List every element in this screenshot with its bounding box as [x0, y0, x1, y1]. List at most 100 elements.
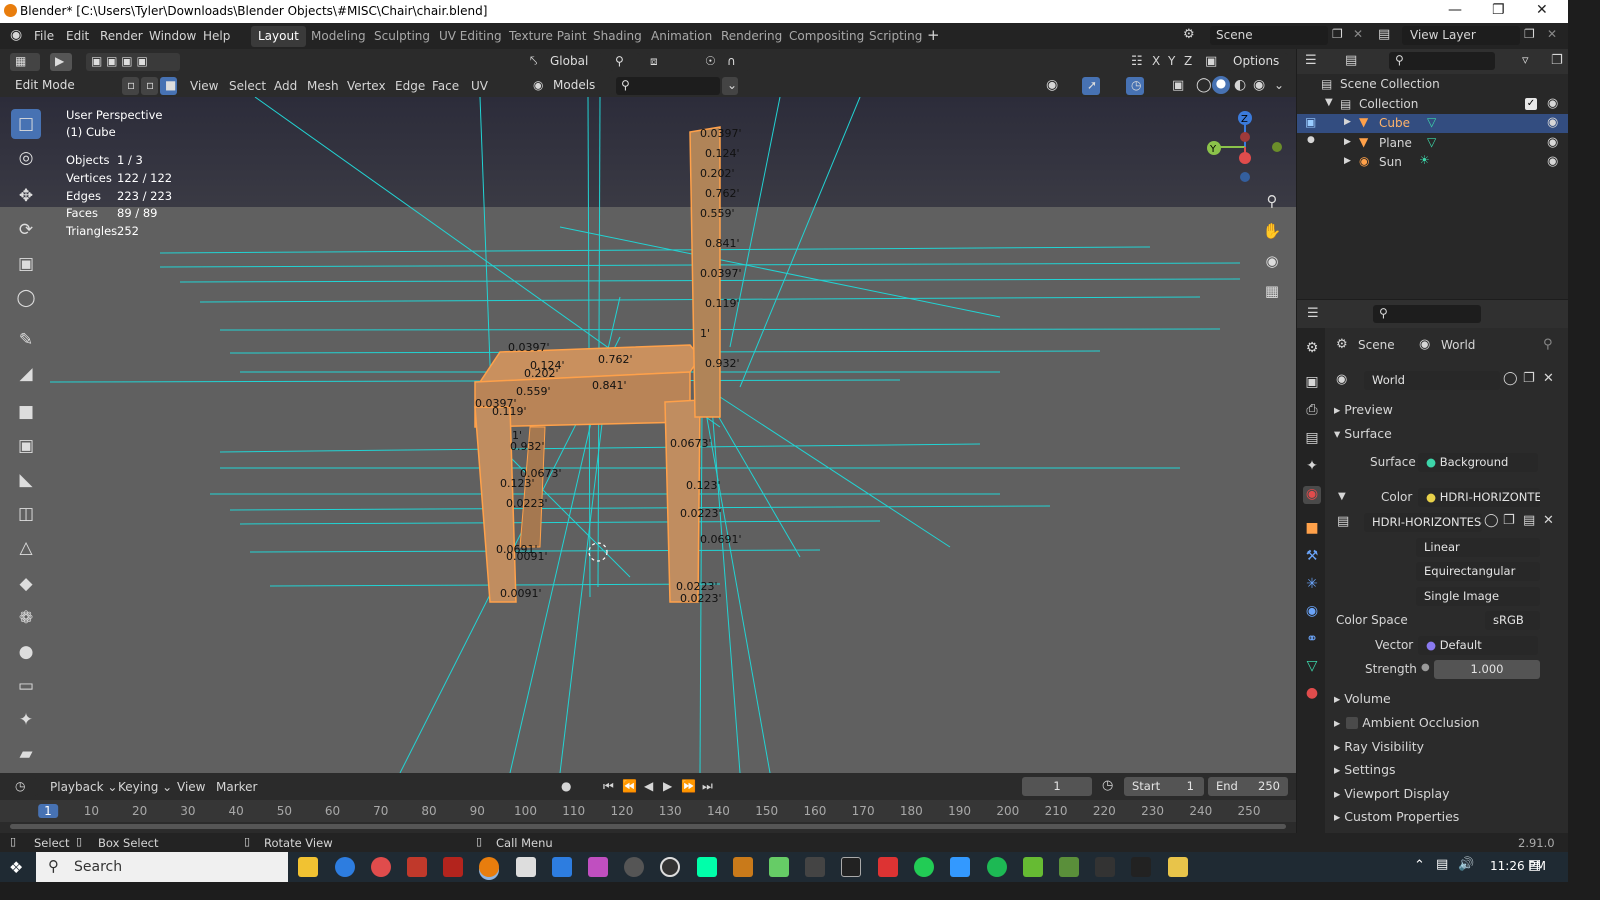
camera-view-icon[interactable]: ◉ — [1260, 249, 1284, 273]
source-dropdown[interactable]: Single Image — [1416, 587, 1540, 606]
settings-panel-header[interactable]: ▸ Settings — [1334, 762, 1396, 777]
workspace-tab[interactable]: Layout — [251, 26, 306, 47]
fake-user-icon[interactable]: ◯ — [1503, 371, 1518, 386]
color-input-field[interactable]: ● HDRI-HORIZONTES-... — [1418, 488, 1540, 507]
interpolation-dropdown[interactable]: Linear — [1416, 538, 1540, 557]
surface-shader-field[interactable]: ● Background — [1418, 453, 1538, 472]
workspace-tab[interactable]: Compositing — [782, 26, 871, 47]
tool-tab-icon[interactable]: ⚙ — [1303, 340, 1321, 358]
visibility-eye-icon[interactable]: ◉ — [1547, 154, 1558, 169]
timeline-view-menu[interactable]: View — [177, 780, 205, 794]
minimize-icon[interactable]: — — [1448, 2, 1462, 18]
new-collection-icon[interactable]: ❐ — [1551, 53, 1563, 68]
volume-icon[interactable]: 🔊 — [1458, 857, 1474, 872]
keying-menu[interactable]: Keying ⌄ — [118, 780, 172, 794]
outliner-search-input[interactable]: ⚲ — [1389, 52, 1495, 70]
scene-tab-icon[interactable]: ✦ — [1303, 458, 1321, 476]
shear-tool-icon[interactable]: ▰ — [11, 739, 41, 769]
notifications-icon[interactable]: ▤ — [1528, 857, 1541, 873]
world-tab-icon[interactable]: ◉ — [1303, 486, 1321, 504]
mirror-icon[interactable]: ☷ — [1131, 54, 1143, 69]
vector-input-field[interactable]: ● Default — [1418, 636, 1538, 655]
app-icon[interactable] — [769, 857, 789, 877]
view-layer-tab-icon[interactable]: ▤ — [1303, 430, 1321, 448]
overlay-toggle-icon[interactable]: ◷ — [1126, 77, 1144, 95]
outliner-collection[interactable]: ▼ ▤ Collection ✓ ◉ — [1297, 95, 1568, 114]
select-box-tool-icon[interactable]: □ — [11, 109, 41, 139]
menu-render[interactable]: Render — [100, 29, 143, 43]
add-workspace-icon[interactable]: + — [927, 26, 940, 44]
color-expand-icon[interactable]: ▼ — [1338, 491, 1346, 502]
chrome-icon[interactable] — [371, 857, 391, 877]
viewport-search-input[interactable]: ⚲ — [616, 77, 720, 95]
ortho-grid-icon[interactable]: ▦ — [1260, 279, 1284, 303]
record-icon[interactable]: ● — [561, 779, 571, 793]
object-tab-icon[interactable]: ■ — [1303, 520, 1321, 538]
scene-selector[interactable]: Scene — [1210, 26, 1328, 45]
ray-visibility-panel-header[interactable]: ▸ Ray Visibility — [1334, 739, 1424, 754]
mode-dropdown[interactable]: Edit Mode — [10, 77, 115, 95]
scene-icon[interactable]: ⚙ — [1183, 27, 1195, 42]
pivot-point-icon[interactable]: ⚲ — [610, 53, 640, 71]
view-layer-icon[interactable]: ▤ — [1378, 27, 1390, 42]
new-image-icon[interactable]: ❐ — [1503, 513, 1515, 528]
play-icon[interactable]: ▶ — [663, 779, 672, 793]
viewport-menu-view[interactable]: View — [190, 79, 218, 93]
workspace-tab[interactable]: Scripting — [862, 26, 929, 47]
particles-tab-icon[interactable]: ✳ — [1303, 576, 1321, 594]
scale-tool-icon[interactable]: ▣ — [11, 249, 41, 279]
projection-dropdown[interactable]: Equirectangular — [1416, 562, 1540, 581]
acrobat-icon[interactable] — [443, 857, 463, 877]
outliner-item-plane[interactable]: ● ▶ ▼ Plane ▽ ◉ — [1297, 134, 1568, 153]
new-world-icon[interactable]: ❐ — [1523, 371, 1535, 386]
workspace-tab[interactable]: Rendering — [714, 26, 789, 47]
spotify-icon[interactable] — [987, 857, 1007, 877]
transform-tool-icon[interactable]: ◯ — [11, 283, 41, 313]
spin-tool-icon[interactable]: ❁ — [11, 603, 41, 633]
3d-viewport[interactable]: 0.0397' 0.124' 0.202' 0.762' 0.559' 0.841' 0.0… — [0, 97, 1296, 773]
unlink-world-icon[interactable]: ✕ — [1543, 371, 1554, 386]
navigation-gizmo[interactable]: Z Y — [1200, 107, 1290, 187]
network-icon[interactable]: ▤ — [1436, 857, 1448, 872]
timeline-scrollbar[interactable] — [10, 824, 1286, 829]
expand-arrow-icon[interactable]: ▼ — [1325, 97, 1333, 108]
snap-icon[interactable]: ⧈ — [645, 53, 691, 71]
taskbar-search-box[interactable]: ⚲ Search — [36, 852, 288, 882]
app-icon[interactable] — [950, 857, 970, 877]
app-icon[interactable] — [1095, 857, 1115, 877]
solid-shading-icon[interactable]: ● — [1212, 76, 1230, 94]
ao-checkbox[interactable] — [1346, 717, 1358, 729]
viewport-menu-edge[interactable]: Edge — [395, 79, 425, 93]
viewport-scene[interactable]: 0.0397' 0.124' 0.202' 0.762' 0.559' 0.841' 0.0… — [0, 97, 1296, 773]
world-name-field[interactable]: World — [1364, 371, 1500, 390]
properties-search-input[interactable]: ⚲ — [1373, 305, 1481, 323]
falloff-icon[interactable]: ∩ — [722, 53, 750, 71]
open-image-icon[interactable]: ▤ — [1523, 513, 1535, 528]
app-icon[interactable] — [1023, 857, 1043, 877]
data-tab-icon[interactable]: ▽ — [1303, 658, 1321, 676]
app-icon[interactable] — [805, 857, 825, 877]
gizmo-toggle-icon[interactable]: ➚ — [1082, 77, 1100, 95]
ambient-occlusion-panel-header[interactable]: ▸ Ambient Occlusion — [1334, 715, 1479, 730]
viewport-menu-vertex[interactable]: Vertex — [347, 79, 386, 93]
preview-panel-header[interactable]: ▸ Preview — [1334, 402, 1393, 417]
blender-menu-icon[interactable]: ◉ — [10, 27, 22, 43]
playback-menu[interactable]: Playback ⌄ — [50, 780, 117, 794]
loop-cut-tool-icon[interactable]: ◫ — [11, 499, 41, 529]
volume-panel-header[interactable]: ▸ Volume — [1334, 691, 1391, 706]
jump-end-icon[interactable]: ⏭ — [702, 779, 713, 794]
app-icon[interactable] — [588, 857, 608, 877]
select-tool-icon[interactable]: ▶ — [50, 53, 72, 71]
app-icon[interactable] — [733, 857, 753, 877]
display-mode-icon[interactable]: ▤ — [1345, 53, 1357, 68]
menu-help[interactable]: Help — [203, 29, 230, 43]
windows-start-icon[interactable]: ❖ — [9, 858, 23, 877]
new-scene-icon[interactable]: ❐ — [1332, 27, 1343, 41]
expand-arrow-icon[interactable]: ▶ — [1344, 156, 1351, 166]
delete-scene-icon[interactable]: ✕ — [1353, 27, 1363, 41]
wireframe-shading-icon[interactable]: ◯ — [1196, 77, 1212, 93]
bevel-tool-icon[interactable]: ◣ — [11, 465, 41, 495]
color-space-dropdown[interactable]: sRGB — [1485, 611, 1540, 630]
models-dropdown[interactable]: Models — [548, 77, 612, 95]
maximize-icon[interactable]: ❐ — [1492, 2, 1505, 18]
